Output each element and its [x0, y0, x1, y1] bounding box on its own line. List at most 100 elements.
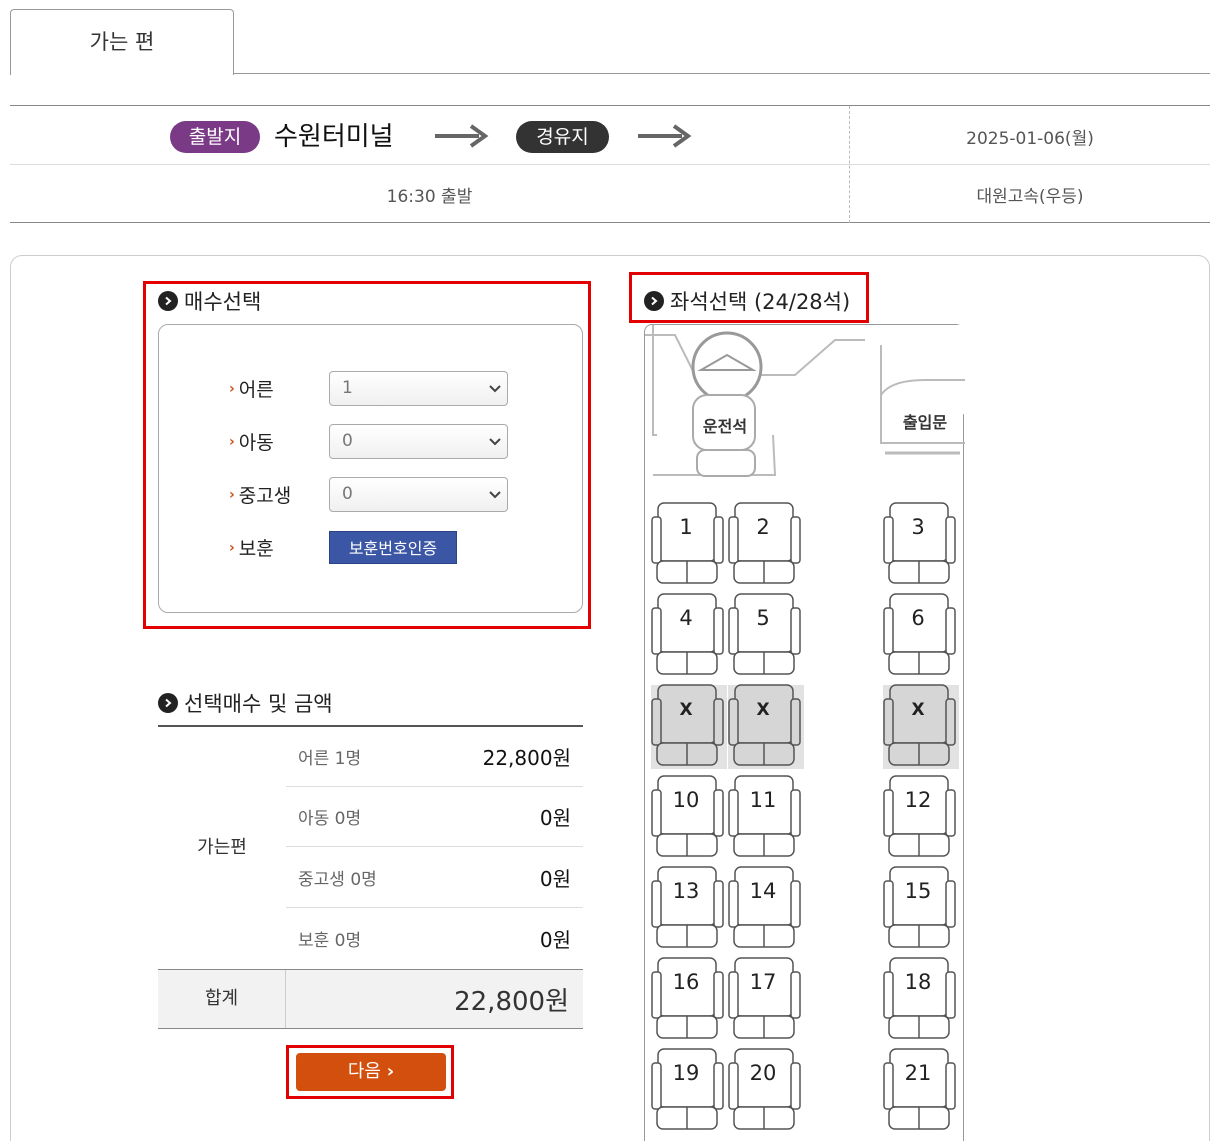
bus-company: 대원고속(우등): [976, 187, 1084, 207]
count-row-adult: › 어른 1: [229, 371, 508, 406]
select-value: 0: [342, 484, 353, 504]
seat-number: 11: [749, 788, 777, 812]
price-value: 0원: [539, 806, 571, 830]
price-row: 아동 0명 0원: [286, 787, 583, 847]
seat-number: 12: [904, 788, 932, 812]
price-label: 중고생 0명: [298, 870, 377, 890]
seat-number: 4: [679, 606, 693, 630]
seat-number: 15: [904, 879, 932, 903]
arrow-right-icon: [638, 124, 692, 148]
seat-section-title: 좌석선택 (24/28석): [644, 286, 850, 316]
seat-number: 20: [749, 1061, 777, 1085]
seat-button[interactable]: 21: [883, 1045, 959, 1130]
seat-button[interactable]: 16: [651, 954, 727, 1039]
price-section-label: 선택매수 및 금액: [184, 692, 333, 716]
count-row-student: › 중고생 0: [229, 477, 508, 512]
price-table: 가는편 어른 1명 22,800원 아동 0명 0원 중고생 0명 0원 보훈 0명 0…: [158, 725, 583, 1029]
price-value: 0원: [539, 927, 571, 952]
next-button-label: 다음: [347, 1061, 381, 1082]
seat-number: 10: [672, 788, 700, 812]
count-label: › 보훈: [229, 534, 329, 561]
route-header: 출발지 수원터미널 경유지 2025-01-06(월) 16:30 출발 대원고…: [10, 105, 1210, 223]
adult-count-select[interactable]: 1: [329, 371, 508, 406]
count-label-text: 보훈: [238, 538, 274, 560]
seat-button[interactable]: 17: [728, 954, 804, 1039]
seat-button[interactable]: 20: [728, 1045, 804, 1130]
seat-button[interactable]: 6: [883, 590, 959, 675]
tab-outbound[interactable]: 가는 편: [10, 9, 234, 75]
next-button[interactable]: 다음 ›: [296, 1053, 446, 1091]
price-total-row: 합계 22,800원: [158, 969, 583, 1029]
seat-button[interactable]: 4: [651, 590, 727, 675]
student-count-select[interactable]: 0: [329, 477, 508, 512]
seat-number: 14: [749, 879, 777, 903]
price-row: 중고생 0명 0원: [286, 848, 583, 908]
seat-button[interactable]: 15: [883, 863, 959, 948]
arrow-right-icon: [435, 124, 489, 148]
seat-unavailable: X: [728, 681, 804, 769]
price-section-title: 선택매수 및 금액: [158, 688, 333, 718]
seat-button[interactable]: 2: [728, 499, 804, 584]
count-row-veteran: › 보훈 보훈번호인증: [229, 531, 457, 564]
count-label: › 어른: [229, 375, 329, 402]
count-section-label: 매수선택: [184, 290, 262, 314]
total-label: 합계: [158, 970, 286, 1028]
count-label: › 아동: [229, 428, 329, 455]
chevron-right-circle-icon: [158, 693, 178, 713]
price-row: 보훈 0명 0원: [286, 908, 583, 968]
seat-number: 5: [756, 606, 770, 630]
count-label-text: 중고생: [238, 485, 292, 507]
chevron-right-icon: ›: [386, 1061, 395, 1082]
price-row: 어른 1명 22,800원: [286, 727, 583, 787]
chevron-down-icon: [483, 478, 507, 511]
count-section-title: 매수선택: [158, 286, 261, 316]
count-label: › 중고생: [229, 481, 329, 508]
count-box: › 어른 1 › 아동 0 › 중고생 0 › 보훈 보훈번호인증: [158, 324, 583, 613]
chevron-right-circle-icon: [158, 291, 178, 311]
chevron-right-icon: ›: [229, 539, 235, 556]
via-badge: 경유지: [516, 121, 609, 153]
seat-number: 1: [679, 515, 693, 539]
seat-button[interactable]: 18: [883, 954, 959, 1039]
seat-button[interactable]: 14: [728, 863, 804, 948]
seat-button[interactable]: 13: [651, 863, 727, 948]
total-value: 22,800원: [454, 986, 569, 1017]
seat-section-label: 좌석선택 (24/28석): [670, 290, 851, 314]
price-group-label: 가는편: [197, 837, 247, 858]
count-row-child: › 아동 0: [229, 424, 508, 459]
tab-divider: [234, 73, 1210, 74]
seat-unavailable: X: [651, 681, 727, 769]
seat-number: 19: [672, 1061, 700, 1085]
seat-number: 21: [904, 1061, 932, 1085]
seat-number: 2: [756, 515, 770, 539]
departure-badge: 출발지: [170, 121, 260, 153]
seat-number: 16: [672, 970, 700, 994]
seat-number: 13: [672, 879, 700, 903]
seat-button[interactable]: 11: [728, 772, 804, 857]
seat-button[interactable]: 3: [883, 499, 959, 584]
seat-number: X: [756, 700, 770, 720]
price-value: 0원: [539, 867, 571, 891]
seat-number: X: [911, 700, 925, 720]
seat-button[interactable]: 1: [651, 499, 727, 584]
departure-terminal: 수원터미널: [274, 122, 394, 152]
chevron-right-circle-icon: [644, 291, 664, 311]
departure-time: 16:30 출발: [386, 187, 473, 207]
child-count-select[interactable]: 0: [329, 424, 508, 459]
count-label-text: 어른: [238, 379, 274, 401]
seat-button[interactable]: 10: [651, 772, 727, 857]
chevron-right-icon: ›: [229, 433, 235, 450]
seat-number: 3: [911, 515, 925, 539]
price-label: 아동 0명: [298, 809, 362, 829]
veteran-verify-button[interactable]: 보훈번호인증: [329, 531, 457, 564]
select-value: 1: [342, 378, 353, 398]
select-value: 0: [342, 431, 353, 451]
price-label: 어른 1명: [298, 749, 362, 769]
seat-button[interactable]: 19: [651, 1045, 727, 1130]
seat-number: 18: [904, 970, 932, 994]
price-value: 22,800원: [482, 746, 571, 770]
seat-button[interactable]: 5: [728, 590, 804, 675]
seat-button[interactable]: 12: [883, 772, 959, 857]
chevron-down-icon: [483, 372, 507, 405]
departure-date: 2025-01-06(월): [966, 129, 1094, 149]
